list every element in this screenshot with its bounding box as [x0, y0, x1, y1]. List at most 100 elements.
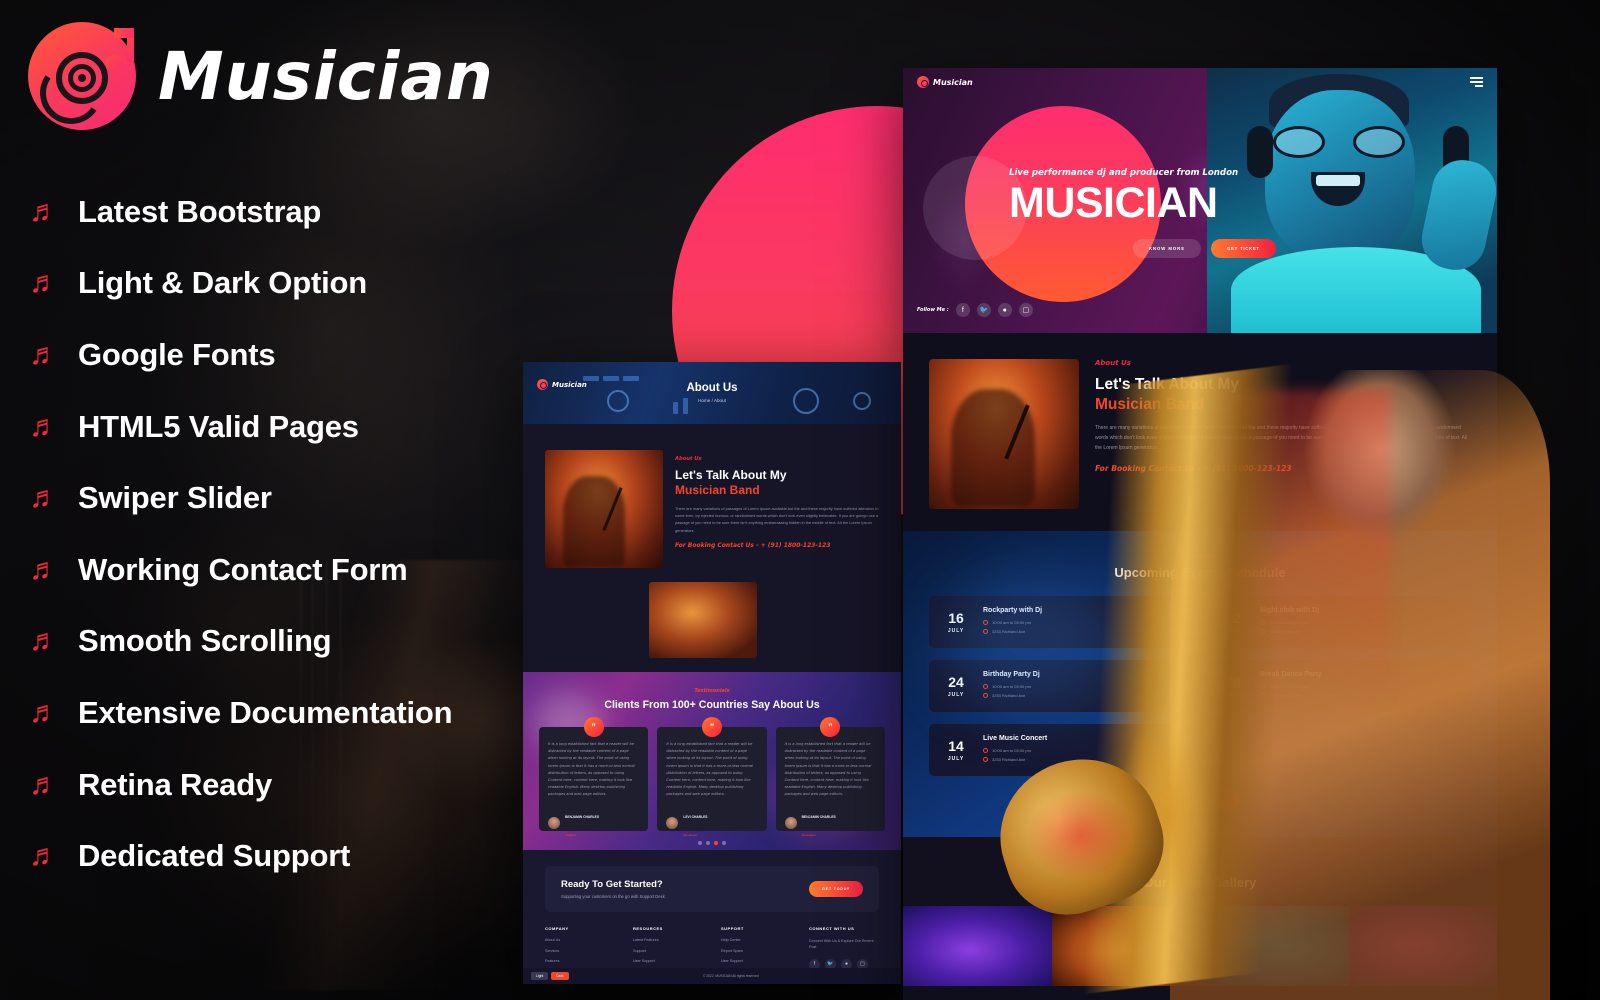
cta-title: Ready To Get Started? — [561, 879, 663, 890]
feature-item: ♬ Smooth Scrolling — [26, 606, 546, 678]
footer-link[interactable]: Features — [545, 959, 615, 963]
event-month: JULY — [1224, 691, 1242, 698]
about-secondary-photo — [649, 582, 757, 658]
avatar — [784, 816, 797, 829]
footer-connect-text: Connect With Us & Explore Our Recent Pos… — [809, 939, 874, 950]
feature-item: ♬ Dedicated Support — [26, 820, 546, 892]
feature-label: Google Fonts — [78, 336, 276, 372]
feature-item: ♬ HTML5 Valid Pages — [26, 391, 546, 463]
footer-link[interactable]: User Support — [633, 959, 703, 963]
get-today-button[interactable]: GET TODAY — [809, 881, 863, 897]
page-title: About Us — [686, 382, 738, 394]
quote-icon: ” — [701, 717, 722, 737]
feature-item: ♬ Extensive Documentation — [26, 677, 546, 749]
about-eyebrow: About Us — [675, 456, 702, 462]
testimonial-quote: It is a long established fact that a rea… — [784, 742, 872, 797]
home-mockup-logo[interactable]: Musician — [917, 76, 973, 88]
music-note-icon: ♬ — [29, 409, 59, 443]
testimonial-role: Teacher — [565, 832, 577, 837]
about-contact[interactable]: For Booking Contact Us - + (91) 1800-123… — [675, 542, 879, 549]
testimonial-quote: It is a long established fact that a rea… — [666, 742, 753, 797]
feature-label: Working Contact Form — [78, 551, 408, 587]
logo-text: Musician — [933, 77, 973, 87]
instagram-icon[interactable]: ▢ — [1018, 303, 1033, 317]
vinyl-music-note-icon — [917, 76, 929, 88]
gallery-thumbnail[interactable] — [1348, 906, 1497, 986]
brand-lockup: Musician — [28, 22, 494, 130]
gallery-title: Our Latest Gallery — [1143, 875, 1257, 890]
hero-navbar: Musician — [903, 68, 1497, 96]
footer-link[interactable]: Services — [545, 949, 615, 953]
testimonial-role: Developer — [683, 832, 698, 837]
get-ticket-button[interactable]: GET TICKET — [1210, 239, 1276, 258]
footer-link[interactable]: Report Spam — [721, 949, 791, 953]
about-photo — [545, 450, 663, 568]
feature-label: Retina Ready — [78, 766, 272, 802]
gallery-thumbnail[interactable] — [1200, 906, 1349, 986]
hero-section: Musician Live performance dj and produce… — [903, 68, 1497, 333]
testimonial-quote: It is a long established fact that a rea… — [548, 742, 635, 797]
facebook-icon[interactable]: f — [955, 303, 970, 317]
avatar — [666, 816, 679, 829]
footer-link[interactable]: Support — [633, 949, 703, 953]
event-card[interactable]: 22 JULY Night club with Dj 10:00 am to 0… — [1206, 596, 1471, 648]
light-theme-button[interactable]: Light — [531, 972, 549, 980]
event-day: 28 — [1225, 673, 1241, 690]
dark-theme-button[interactable]: Dark — [551, 972, 569, 980]
breadcrumb: Home / About — [698, 398, 726, 403]
feature-label: Smooth Scrolling — [78, 623, 332, 659]
slider-dot[interactable] — [698, 841, 702, 845]
footer-heading: COMPANY — [545, 926, 569, 931]
hamburger-menu-icon[interactable] — [1470, 77, 1483, 87]
footer-link[interactable]: Help Center — [721, 938, 791, 942]
hero-subtitle: Live performance dj and producer from Lo… — [1009, 168, 1239, 178]
music-note-icon: ♬ — [29, 481, 59, 515]
music-note-icon: ♬ — [29, 194, 59, 228]
home-page-mockup[interactable]: Musician Live performance dj and produce… — [903, 68, 1497, 1000]
about-page-mockup[interactable]: Musician About Us Home / About About Us … — [523, 362, 901, 984]
footer-link[interactable]: About Us — [545, 938, 615, 942]
clock-icon — [1260, 684, 1265, 689]
about-title-line2: Musician Band — [675, 483, 760, 497]
dribbble-icon[interactable]: ● — [997, 303, 1012, 317]
about-title-line2: Musician Band — [1095, 396, 1205, 414]
slider-dot-active[interactable] — [714, 841, 718, 845]
about-photo — [929, 359, 1079, 509]
know-more-button[interactable]: KNOW MORE — [1133, 239, 1201, 258]
cta-section: Ready To Get Started? Supporting your cu… — [523, 850, 901, 912]
slider-pagination[interactable] — [523, 841, 901, 845]
event-month: JULY — [947, 691, 965, 698]
event-place: 3253 Richland Ave — [992, 756, 1026, 762]
about-title-line1: Let's Talk About My — [1095, 376, 1240, 393]
quote-icon: ” — [583, 717, 604, 737]
hero-copy: Live performance dj and producer from Lo… — [1009, 168, 1339, 258]
feature-item: ♬ Light & Dark Option — [26, 248, 546, 320]
event-title: Night club with Dj — [1260, 607, 1320, 614]
theme-switcher[interactable]: Light Dark — [531, 972, 569, 980]
footer-heading: CONNECT WITH US — [809, 926, 855, 931]
slider-dot[interactable] — [722, 841, 726, 845]
gallery-thumbnail[interactable] — [903, 906, 1052, 986]
footer-link[interactable]: Latest Features — [633, 938, 703, 942]
view-more-button[interactable]: VIEW MORE — [1160, 789, 1240, 811]
location-pin-icon — [983, 756, 988, 762]
footer-link[interactable]: User Support — [721, 959, 791, 963]
twitter-icon[interactable]: 🐦 — [976, 303, 991, 317]
event-card[interactable]: 14 JULY Live Music Concert 10:00 am to 0… — [929, 724, 1206, 776]
music-note-icon: ♬ — [29, 624, 59, 658]
testimonial-name: BENJAMIN CHARLES — [801, 814, 836, 819]
about-body: There are many variations of passages of… — [675, 506, 879, 533]
testimonial-role: Developer — [801, 832, 816, 837]
about-page-header: Musician About Us Home / About — [523, 362, 901, 424]
feature-item: ♬ Google Fonts — [26, 319, 546, 391]
feature-label: Light & Dark Option — [78, 265, 367, 301]
music-note-icon: ♬ — [29, 266, 59, 300]
feature-label: Extensive Documentation — [78, 694, 453, 730]
slider-dot[interactable] — [706, 841, 710, 845]
gallery-thumbnail[interactable] — [1051, 906, 1200, 986]
event-month: JULY — [1224, 627, 1242, 634]
gallery-eyebrow: Gallery — [1187, 863, 1213, 870]
feature-label: HTML5 Valid Pages — [78, 408, 359, 444]
follow-label: Follow Me : — [917, 307, 949, 313]
about-contact[interactable]: For Booking Contact Us - + (91) 1800-123… — [1095, 464, 1471, 473]
